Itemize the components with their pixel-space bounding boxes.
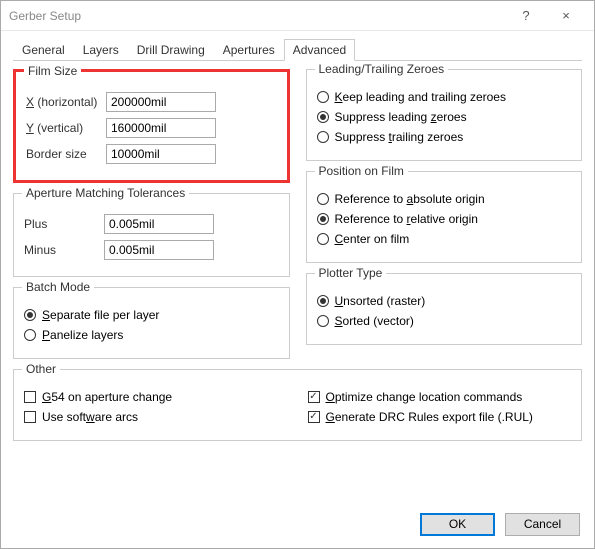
content-area: General Layers Drill Drawing Apertures A… xyxy=(1,31,594,441)
sorted-label: Sorted (vector) xyxy=(335,314,414,328)
panelize-label: Panelize layers xyxy=(42,328,123,342)
other-title: Other xyxy=(22,362,60,376)
close-icon[interactable]: × xyxy=(546,8,586,23)
radio-unsorted[interactable]: Unsorted (raster) xyxy=(317,294,572,308)
radio-absolute[interactable]: Reference to absolute origin xyxy=(317,192,572,206)
optimize-label: Optimize change location commands xyxy=(326,390,523,404)
help-icon[interactable]: ? xyxy=(506,8,546,23)
supplead-label: Suppress leading zeroes xyxy=(335,110,467,124)
check-g54[interactable]: G54 on aperture change xyxy=(24,390,288,404)
zeroes-group: Leading/Trailing Zeroes Keep leading and… xyxy=(306,69,583,161)
radio-icon xyxy=(317,131,329,143)
check-rul[interactable]: Generate DRC Rules export file (.RUL) xyxy=(308,410,572,424)
radio-icon xyxy=(317,213,329,225)
radio-icon xyxy=(317,233,329,245)
titlebar: Gerber Setup ? × xyxy=(1,1,594,31)
tab-bar: General Layers Drill Drawing Apertures A… xyxy=(13,39,582,61)
y-input[interactable] xyxy=(106,118,216,138)
y-label: Y (vertical) xyxy=(26,121,106,135)
radio-keep-zeroes[interactable]: Keep leading and trailing zeroes xyxy=(317,90,572,104)
plotter-title: Plotter Type xyxy=(315,266,387,280)
batch-mode-group: Batch Mode Separate file per layer Panel… xyxy=(13,287,290,359)
absolute-label: Reference to absolute origin xyxy=(335,192,485,206)
radio-icon xyxy=(317,111,329,123)
panel-columns: Film Size X (horizontal) Y (vertical) Bo… xyxy=(13,69,582,359)
gerber-setup-dialog: Gerber Setup ? × General Layers Drill Dr… xyxy=(0,0,595,549)
plotter-group: Plotter Type Unsorted (raster) Sorted (v… xyxy=(306,273,583,345)
radio-icon xyxy=(317,193,329,205)
position-group: Position on Film Reference to absolute o… xyxy=(306,171,583,263)
radio-icon xyxy=(317,91,329,103)
window-title: Gerber Setup xyxy=(9,9,506,23)
radio-center[interactable]: Center on film xyxy=(317,232,572,246)
aperture-tol-title: Aperture Matching Tolerances xyxy=(22,186,189,200)
other-group: Other G54 on aperture change Use softwar… xyxy=(13,369,582,441)
separate-label: Separate file per layer xyxy=(42,308,159,322)
checkbox-icon xyxy=(308,411,320,423)
left-column: Film Size X (horizontal) Y (vertical) Bo… xyxy=(13,69,290,359)
checkbox-icon xyxy=(24,411,36,423)
x-label: X (horizontal) xyxy=(26,95,106,109)
tab-apertures[interactable]: Apertures xyxy=(214,39,284,61)
radio-suppress-trailing[interactable]: Suppress trailing zeroes xyxy=(317,130,572,144)
radio-separate[interactable]: Separate file per layer xyxy=(24,308,279,322)
check-optimize[interactable]: Optimize change location commands xyxy=(308,390,572,404)
tab-general[interactable]: General xyxy=(13,39,74,61)
x-input[interactable] xyxy=(106,92,216,112)
zeroes-title: Leading/Trailing Zeroes xyxy=(315,62,449,76)
minus-label: Minus xyxy=(24,243,104,257)
arcs-label: Use software arcs xyxy=(42,410,138,424)
check-arcs[interactable]: Use software arcs xyxy=(24,410,288,424)
keep-label: Keep leading and trailing zeroes xyxy=(335,90,506,104)
unsorted-label: Unsorted (raster) xyxy=(335,294,426,308)
film-size-title: Film Size xyxy=(24,64,81,78)
dialog-buttons: OK Cancel xyxy=(420,513,580,536)
film-size-group: Film Size X (horizontal) Y (vertical) Bo… xyxy=(13,69,290,183)
radio-sorted[interactable]: Sorted (vector) xyxy=(317,314,572,328)
g54-label: G54 on aperture change xyxy=(42,390,172,404)
radio-icon xyxy=(24,309,36,321)
minus-input[interactable] xyxy=(104,240,214,260)
tab-drill-drawing[interactable]: Drill Drawing xyxy=(128,39,214,61)
radio-suppress-leading[interactable]: Suppress leading zeroes xyxy=(317,110,572,124)
center-label: Center on film xyxy=(335,232,410,246)
border-label: Border size xyxy=(26,147,106,161)
radio-relative[interactable]: Reference to relative origin xyxy=(317,212,572,226)
checkbox-icon xyxy=(24,391,36,403)
plus-input[interactable] xyxy=(104,214,214,234)
rul-label: Generate DRC Rules export file (.RUL) xyxy=(326,410,533,424)
batch-title: Batch Mode xyxy=(22,280,94,294)
position-title: Position on Film xyxy=(315,164,408,178)
cancel-button[interactable]: Cancel xyxy=(505,513,580,536)
border-input[interactable] xyxy=(106,144,216,164)
ok-button[interactable]: OK xyxy=(420,513,495,536)
relative-label: Reference to relative origin xyxy=(335,212,478,226)
radio-icon xyxy=(24,329,36,341)
right-column: Leading/Trailing Zeroes Keep leading and… xyxy=(306,69,583,359)
aperture-tolerances-group: Aperture Matching Tolerances Plus Minus xyxy=(13,193,290,277)
radio-icon xyxy=(317,295,329,307)
checkbox-icon xyxy=(308,391,320,403)
radio-panelize[interactable]: Panelize layers xyxy=(24,328,279,342)
tab-advanced[interactable]: Advanced xyxy=(284,39,355,61)
radio-icon xyxy=(317,315,329,327)
tab-layers[interactable]: Layers xyxy=(74,39,128,61)
supptrail-label: Suppress trailing zeroes xyxy=(335,130,464,144)
plus-label: Plus xyxy=(24,217,104,231)
